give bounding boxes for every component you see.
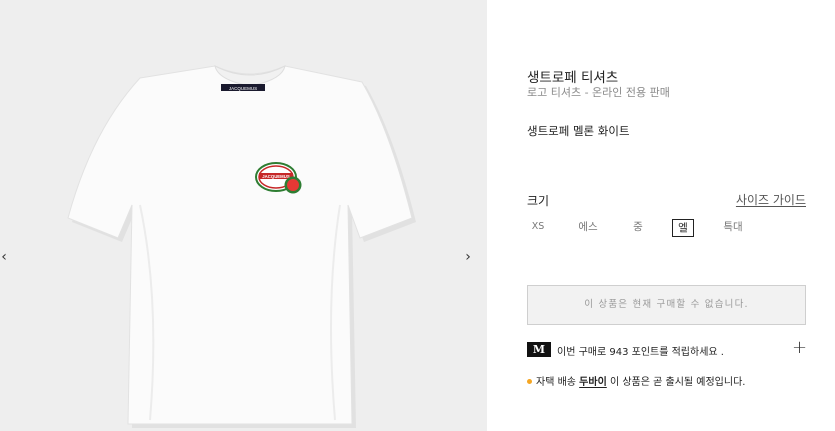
prev-image-arrow-icon[interactable]: ‹ — [0, 248, 11, 266]
product-details-panel: 생트로페 티셔츠 로고 티셔츠 - 온라인 전용 판매 생트로페 멜론 화이트 … — [487, 0, 835, 431]
svg-text:JACQUEMUS: JACQUEMUS — [229, 86, 257, 91]
size-option-xs[interactable]: XS — [531, 219, 545, 237]
shipping-info: 자택 배송 두바이 이 상품은 곧 출시될 예정입니다. — [527, 373, 745, 388]
points-row: M 이번 구매로 943 포인트를 적립하세요 . + — [527, 339, 807, 358]
size-option-xl[interactable]: 특대 — [720, 219, 746, 237]
product-subtitle: 로고 티셔츠 - 온라인 전용 판매 — [527, 86, 670, 99]
color-name: 생트로페 멜론 화이트 — [527, 124, 630, 138]
points-text: 이번 구매로 943 포인트를 적립하세요 . — [557, 347, 724, 358]
unavailable-button[interactable]: 이 상품은 현재 구매할 수 없습니다. — [527, 285, 806, 325]
status-dot-icon — [527, 378, 532, 384]
next-image-arrow-icon[interactable]: › — [461, 248, 475, 266]
size-label: 크기 — [527, 194, 550, 208]
shipping-suffix: 이 상품은 곧 출시될 예정입니다. — [609, 377, 746, 388]
size-option-s[interactable]: 에스 — [577, 219, 599, 237]
shipping-prefix: 자택 배송 — [536, 377, 576, 388]
shipping-city-link[interactable]: 두바이 — [579, 377, 607, 388]
product-title: 생트로페 티셔츠 — [527, 70, 619, 86]
tshirt-image: JACQUEMUS JACQUEMUS — [67, 65, 416, 428]
size-option-m[interactable]: 중 — [630, 219, 646, 237]
member-badge-icon: M — [527, 342, 551, 357]
svg-text:JACQUEMUS: JACQUEMUS — [262, 174, 290, 179]
product-gallery: JACQUEMUS JACQUEMUS ‹ › — [0, 0, 487, 431]
size-option-l-selected[interactable]: 엘 — [672, 219, 694, 237]
size-guide-link[interactable]: 사이즈 가이드 — [736, 191, 806, 208]
expand-plus-icon[interactable]: + — [792, 339, 807, 357]
